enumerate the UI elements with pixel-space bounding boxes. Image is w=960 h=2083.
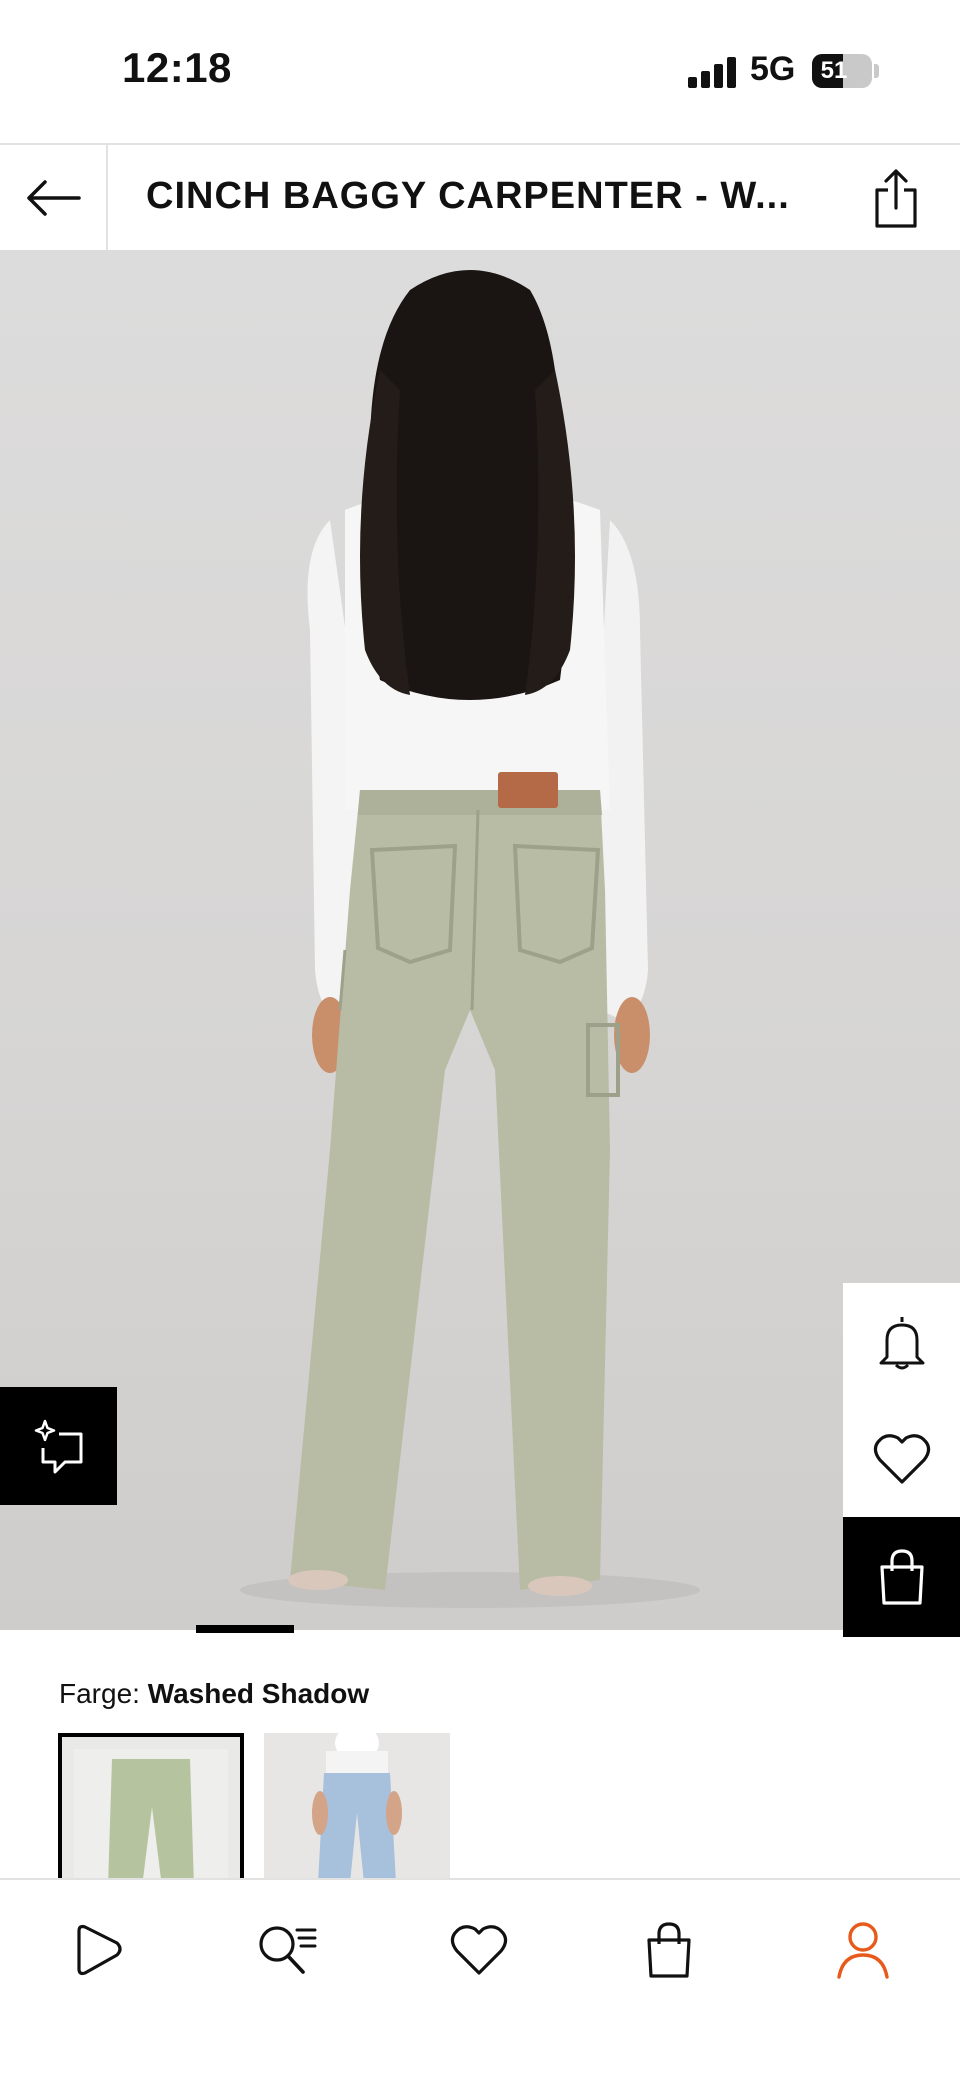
battery-tip (874, 64, 879, 78)
shopping-bag-icon (647, 1922, 691, 1978)
search-list-icon (259, 1926, 317, 1974)
swatch-image (62, 1737, 240, 1879)
bell-icon (879, 1316, 924, 1369)
signal-icon (688, 56, 738, 88)
share-button[interactable] (866, 167, 926, 231)
back-arrow-icon (27, 179, 81, 216)
share-icon (875, 169, 917, 228)
color-name: Washed Shadow (147, 1678, 370, 1709)
compare-button[interactable] (0, 1387, 117, 1505)
back-button[interactable] (0, 145, 108, 250)
color-swatch[interactable] (264, 1733, 450, 1883)
color-label: Farge: Washed Shadow (59, 1678, 369, 1710)
user-icon (837, 1922, 889, 1979)
gallery-progress-indicator (196, 1625, 294, 1633)
add-to-bag-button[interactable] (843, 1517, 960, 1637)
product-image[interactable] (0, 250, 960, 1630)
sparkle-compare-icon (34, 1419, 82, 1474)
bottom-nav (0, 1878, 960, 2083)
network-label: 5G (750, 50, 796, 88)
product-photo (240, 270, 700, 1608)
gallery-progress-track (0, 1625, 960, 1633)
page-title: CINCH BAGGY CARPENTER - W... (146, 175, 790, 217)
nav-item-account[interactable] (818, 1910, 908, 1990)
heart-icon (450, 1925, 508, 1975)
nav-item-discover[interactable] (52, 1910, 142, 1990)
nav-item-wishlist[interactable] (434, 1910, 524, 1990)
status-time: 12:18 (122, 44, 232, 91)
notify-button[interactable] (843, 1283, 960, 1400)
swatch-image (264, 1733, 450, 1883)
top-header: CINCH BAGGY CARPENTER - W... (0, 143, 960, 252)
play-icon (77, 1924, 122, 1976)
nav-item-bag[interactable] (624, 1910, 714, 1990)
shopping-bag-icon (879, 1549, 924, 1605)
battery-level: 51 (820, 57, 848, 84)
color-label-prefix: Farge: (59, 1678, 140, 1709)
wishlist-button[interactable] (843, 1400, 960, 1517)
heart-icon (873, 1433, 930, 1484)
nav-item-search[interactable] (242, 1910, 332, 1990)
color-swatch-selected[interactable] (58, 1733, 244, 1883)
battery-icon: 51 (812, 54, 872, 88)
side-actions (843, 1283, 960, 1637)
status-bar: 12:18 5G 51 (0, 0, 960, 140)
